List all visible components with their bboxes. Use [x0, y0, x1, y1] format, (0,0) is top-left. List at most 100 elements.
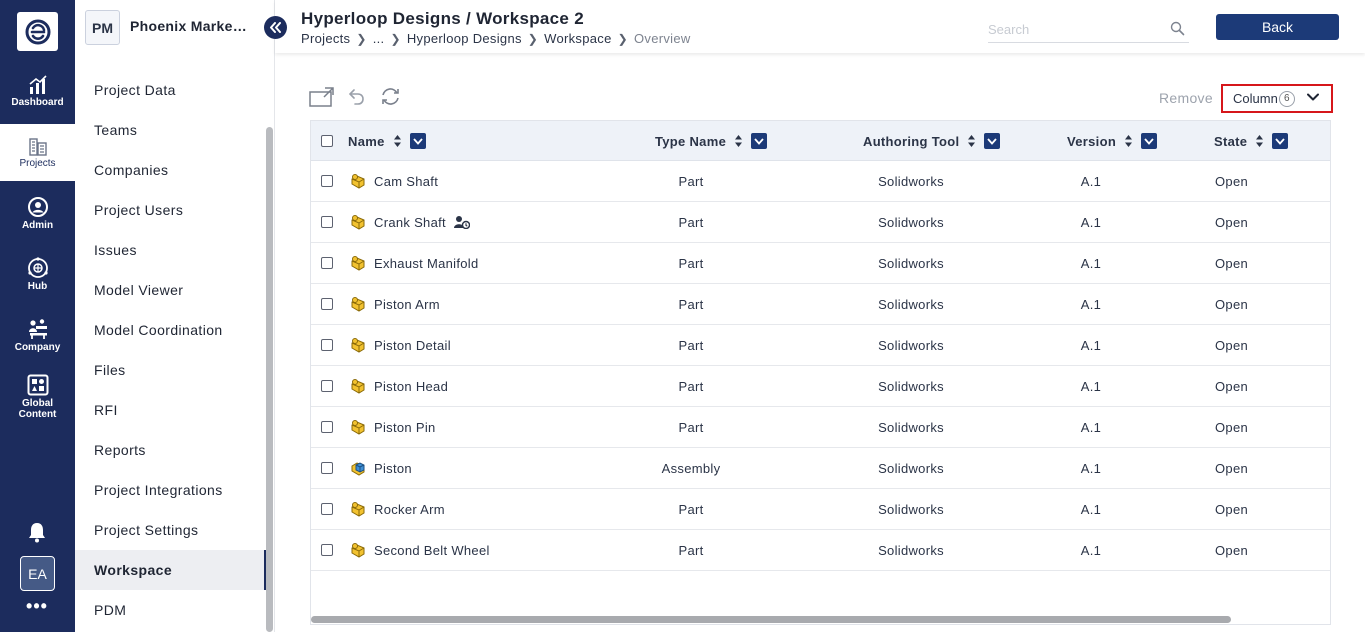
- cell-name[interactable]: Exhaust Manifold: [349, 243, 479, 283]
- table-row[interactable]: Rocker Arm Part Solidworks A.1 Open: [311, 489, 1330, 530]
- sidebar-item-reports[interactable]: Reports: [75, 430, 267, 470]
- filter-dropdown-icon[interactable]: [1141, 133, 1158, 149]
- search-input[interactable]: [988, 17, 1158, 41]
- row-checkbox[interactable]: [321, 380, 333, 392]
- breadcrumb-ellipsis[interactable]: ...: [373, 31, 385, 46]
- rail-label: Admin: [21, 220, 54, 231]
- rail-item-global-content[interactable]: Global Content: [0, 366, 75, 428]
- sidebar-item-files[interactable]: Files: [75, 350, 267, 390]
- sidebar-item-teams[interactable]: Teams: [75, 110, 267, 150]
- rail-item-hub[interactable]: Hub: [0, 246, 75, 303]
- cell-name[interactable]: Piston Detail: [349, 325, 451, 365]
- table-row[interactable]: Piston Detail Part Solidworks A.1 Open: [311, 325, 1330, 366]
- cell-name[interactable]: Piston Head: [349, 366, 448, 406]
- sidebar-item-project-integrations[interactable]: Project Integrations: [75, 470, 267, 510]
- cell-type-name: Part: [678, 296, 704, 312]
- cell-authoring-tool: Solidworks: [878, 542, 944, 558]
- column-header-authoring-tool[interactable]: Authoring Tool: [863, 121, 1001, 161]
- column-header-version[interactable]: Version: [1067, 121, 1158, 161]
- more-menu-button[interactable]: •••: [26, 596, 48, 616]
- breadcrumb-hyperloop-designs[interactable]: Hyperloop Designs: [407, 31, 522, 46]
- chevron-down-icon: [1307, 93, 1319, 101]
- user-avatar[interactable]: EA: [20, 556, 55, 591]
- table-row[interactable]: Piston Pin Part Solidworks A.1 Open: [311, 407, 1330, 448]
- column-selector-button[interactable]: Column 6: [1221, 84, 1333, 113]
- row-checkbox[interactable]: [321, 421, 333, 433]
- sort-icon[interactable]: [734, 134, 743, 148]
- sidebar-item-model-coordination[interactable]: Model Coordination: [75, 310, 267, 350]
- sort-icon[interactable]: [1255, 134, 1264, 148]
- rail-item-projects[interactable]: Projects: [0, 124, 75, 181]
- back-button[interactable]: Back: [1216, 14, 1339, 40]
- sidebar-item-pdm[interactable]: PDM: [75, 590, 267, 630]
- part-icon: [349, 377, 367, 395]
- cell-version: A.1: [1080, 214, 1102, 230]
- row-checkbox[interactable]: [321, 257, 333, 269]
- search-icon[interactable]: [1170, 21, 1185, 36]
- cell-name[interactable]: Piston Arm: [349, 284, 440, 324]
- cell-name[interactable]: Piston: [349, 448, 412, 488]
- sort-icon[interactable]: [1124, 134, 1133, 148]
- collapse-sidebar-button[interactable]: [264, 16, 287, 39]
- cell-version: A.1: [1080, 296, 1102, 312]
- row-checkbox[interactable]: [321, 216, 333, 228]
- filter-dropdown-icon[interactable]: [984, 133, 1001, 149]
- notifications-bell[interactable]: [26, 521, 48, 543]
- row-checkbox[interactable]: [321, 298, 333, 310]
- open-external-icon[interactable]: [309, 87, 335, 107]
- project-name[interactable]: Phoenix Marketing: [130, 18, 250, 34]
- sidebar-item-rfi[interactable]: RFI: [75, 390, 267, 430]
- table-row[interactable]: Piston Arm Part Solidworks A.1 Open: [311, 284, 1330, 325]
- sidebar-item-project-data[interactable]: Project Data: [75, 70, 267, 110]
- horizontal-scrollbar[interactable]: [311, 616, 1231, 623]
- rail-item-dashboard[interactable]: Dashboard: [0, 63, 75, 120]
- search-box: [988, 17, 1189, 43]
- filter-dropdown-icon[interactable]: [751, 133, 768, 149]
- part-icon: [349, 213, 367, 231]
- cell-name[interactable]: Rocker Arm: [349, 489, 445, 529]
- column-header-name[interactable]: Name: [348, 121, 426, 161]
- sidebar-item-project-settings[interactable]: Project Settings: [75, 510, 267, 550]
- row-checkbox[interactable]: [321, 175, 333, 187]
- sort-icon[interactable]: [393, 134, 402, 148]
- sidebar-item-model-viewer[interactable]: Model Viewer: [75, 270, 267, 310]
- table-row[interactable]: Second Belt Wheel Part Solidworks A.1 Open: [311, 530, 1330, 571]
- breadcrumb-workspace[interactable]: Workspace: [544, 31, 611, 46]
- undo-icon[interactable]: [349, 88, 365, 106]
- sidebar-item-workspace[interactable]: Workspace: [75, 550, 267, 590]
- table-row[interactable]: Exhaust Manifold Part Solidworks A.1 Open: [311, 243, 1330, 284]
- cell-name[interactable]: Crank Shaft: [349, 202, 470, 242]
- table-row[interactable]: Piston Head Part Solidworks A.1 Open: [311, 366, 1330, 407]
- cell-version: A.1: [1080, 378, 1102, 394]
- rail-item-company[interactable]: Company: [0, 307, 75, 364]
- row-checkbox[interactable]: [321, 462, 333, 474]
- rail-label: Hub: [27, 281, 48, 292]
- cell-authoring-tool: Solidworks: [878, 255, 944, 271]
- app-logo[interactable]: [17, 12, 58, 51]
- sidebar-item-project-users[interactable]: Project Users: [75, 190, 267, 230]
- row-checkbox[interactable]: [321, 544, 333, 556]
- filter-dropdown-icon[interactable]: [1272, 133, 1289, 149]
- sort-icon[interactable]: [967, 134, 976, 148]
- row-checkbox[interactable]: [321, 503, 333, 515]
- remove-button[interactable]: Remove: [1159, 90, 1213, 106]
- refresh-icon[interactable]: [380, 87, 401, 106]
- filter-dropdown-icon[interactable]: [409, 133, 426, 149]
- table-row[interactable]: Crank Shaft Part Solidworks A.1 Open: [311, 202, 1330, 243]
- cell-name[interactable]: Piston Pin: [349, 407, 436, 447]
- sidebar-scrollbar[interactable]: [266, 127, 273, 632]
- sidebar-item-companies[interactable]: Companies: [75, 150, 267, 190]
- sidebar-nav: Project Data Teams Companies Project Use…: [75, 70, 267, 630]
- column-header-state[interactable]: State: [1214, 121, 1289, 161]
- cell-name[interactable]: Second Belt Wheel: [349, 530, 490, 570]
- rail-item-admin[interactable]: Admin: [0, 185, 75, 242]
- item-name: Piston Detail: [374, 337, 451, 353]
- select-all-checkbox[interactable]: [321, 135, 333, 147]
- row-checkbox[interactable]: [321, 339, 333, 351]
- sidebar-item-issues[interactable]: Issues: [75, 230, 267, 270]
- column-header-type-name[interactable]: Type Name: [655, 121, 768, 161]
- table-row[interactable]: Cam Shaft Part Solidworks A.1 Open: [311, 161, 1330, 202]
- table-row[interactable]: Piston Assembly Solidworks A.1 Open: [311, 448, 1330, 489]
- breadcrumb-projects[interactable]: Projects: [301, 31, 350, 46]
- cell-name[interactable]: Cam Shaft: [349, 161, 438, 201]
